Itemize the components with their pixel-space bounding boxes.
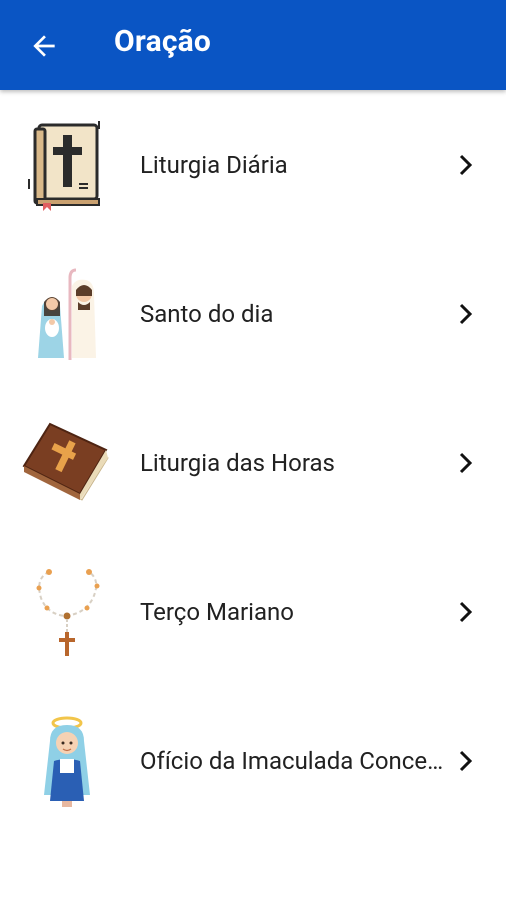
chevron-right-icon	[454, 302, 478, 326]
list-item-liturgia-das-horas[interactable]: Liturgia das Horas	[0, 388, 506, 537]
chevron-right-icon	[454, 600, 478, 624]
chevron-right-icon	[454, 153, 478, 177]
virgin-mary-icon	[22, 711, 112, 811]
menu-list: Liturgia Diária Santo do dia Liturgia da…	[0, 90, 506, 835]
page-title: Oração	[114, 24, 212, 59]
rosary-icon	[22, 562, 112, 662]
list-item-label: Liturgia Diária	[140, 150, 288, 179]
list-item-label: Santo do dia	[140, 299, 274, 328]
list-item-terco-mariano[interactable]: Terço Mariano	[0, 537, 506, 686]
list-item-label: Ofício da Imaculada Conceição	[140, 746, 444, 775]
list-item-oficio-imaculada-conceicao[interactable]: Ofício da Imaculada Conceição	[0, 686, 506, 835]
list-item-santo-do-dia[interactable]: Santo do dia	[0, 239, 506, 388]
chevron-right-icon	[454, 749, 478, 773]
list-item-label: Liturgia das Horas	[140, 448, 335, 477]
list-item-label: Terço Mariano	[140, 597, 294, 626]
back-button[interactable]	[24, 26, 64, 66]
app-bar: Oração	[0, 0, 506, 90]
bible-cross-icon	[22, 115, 112, 215]
list-item-liturgia-diaria[interactable]: Liturgia Diária	[0, 90, 506, 239]
arrow-left-icon	[33, 35, 55, 57]
prayer-book-icon	[22, 413, 112, 513]
holy-couple-icon	[22, 264, 112, 364]
chevron-right-icon	[454, 451, 478, 475]
